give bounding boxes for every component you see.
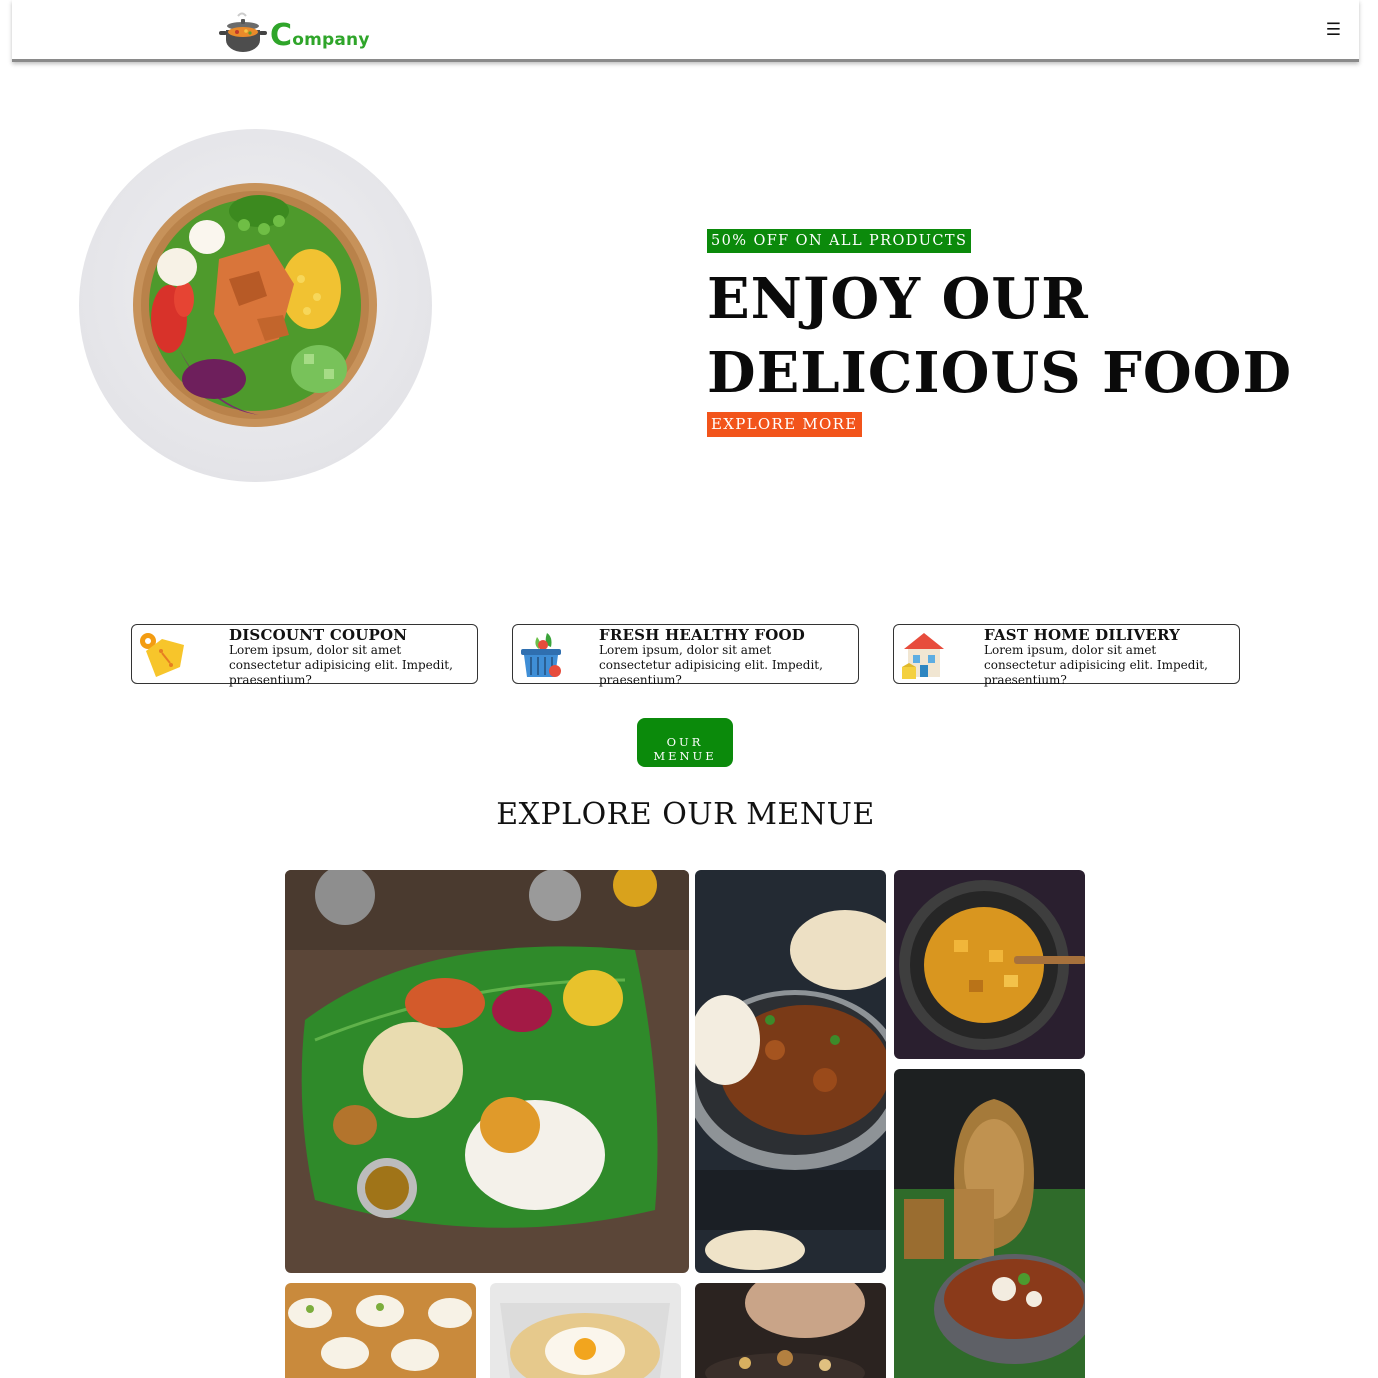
feature-title: FRESH HEALTHY FOOD (599, 626, 805, 644)
menu-button-line-2: MENUE (653, 749, 717, 763)
logo-letter: C (270, 18, 293, 53)
menu-image-roasted-potatoes[interactable] (894, 870, 1085, 1059)
hero-headline-line-1: ENJOY OUR (707, 266, 1089, 332)
cooking-pot-icon (218, 10, 268, 54)
hero-headline: ENJOY OUR DELICIOUS FOOD (707, 262, 1292, 410)
menu-image-egg-dish[interactable] (490, 1283, 681, 1378)
explore-more-button[interactable]: EXPLORE MORE (707, 412, 862, 437)
menu-image-curry-pan[interactable] (695, 870, 886, 1273)
menu-image-copper-pots[interactable] (894, 1069, 1085, 1378)
feature-description: Lorem ipsum, dolor sit amet consectetur … (984, 643, 1208, 687)
feature-title: DISCOUNT COUPON (229, 626, 408, 644)
logo-rest: ompany (292, 30, 370, 50)
our-menu-button[interactable]: OUR MENUE (637, 718, 733, 767)
feature-card-fresh-food: FRESH HEALTHY FOOD Lorem ipsum, dolor si… (512, 624, 859, 687)
discount-tag-icon (136, 629, 188, 681)
menu-button-line-1: OUR (666, 735, 704, 749)
company-logo[interactable]: Company (218, 8, 370, 54)
feature-description: Lorem ipsum, dolor sit amet consectetur … (229, 643, 453, 687)
hamburger-menu-icon[interactable]: ☰ (1326, 20, 1341, 40)
home-delivery-icon (898, 629, 950, 681)
logo-wordmark: Company (270, 21, 370, 51)
menu-image-pastries[interactable] (285, 1283, 476, 1378)
hero-headline-line-2: DELICIOUS FOOD (707, 340, 1293, 406)
feature-description: Lorem ipsum, dolor sit amet consectetur … (599, 643, 823, 687)
feature-title: FAST HOME DILIVERY (984, 626, 1181, 644)
menu-image-banana-leaf-thali[interactable] (285, 870, 689, 1273)
feature-card-discount: DISCOUNT COUPON Lorem ipsum, dolor sit a… (131, 624, 478, 687)
menu-image-chef-plating[interactable] (695, 1283, 886, 1378)
explore-menu-heading: EXPLORE OUR MENUE (496, 797, 875, 832)
hero-salad-bowl-image (79, 129, 432, 482)
grocery-basket-icon (517, 629, 569, 681)
feature-card-home-delivery: FAST HOME DILIVERY Lorem ipsum, dolor si… (893, 624, 1240, 687)
site-header: Company ☰ (12, 0, 1359, 62)
discount-badge: 50% OFF ON ALL PRODUCTS (707, 229, 972, 253)
